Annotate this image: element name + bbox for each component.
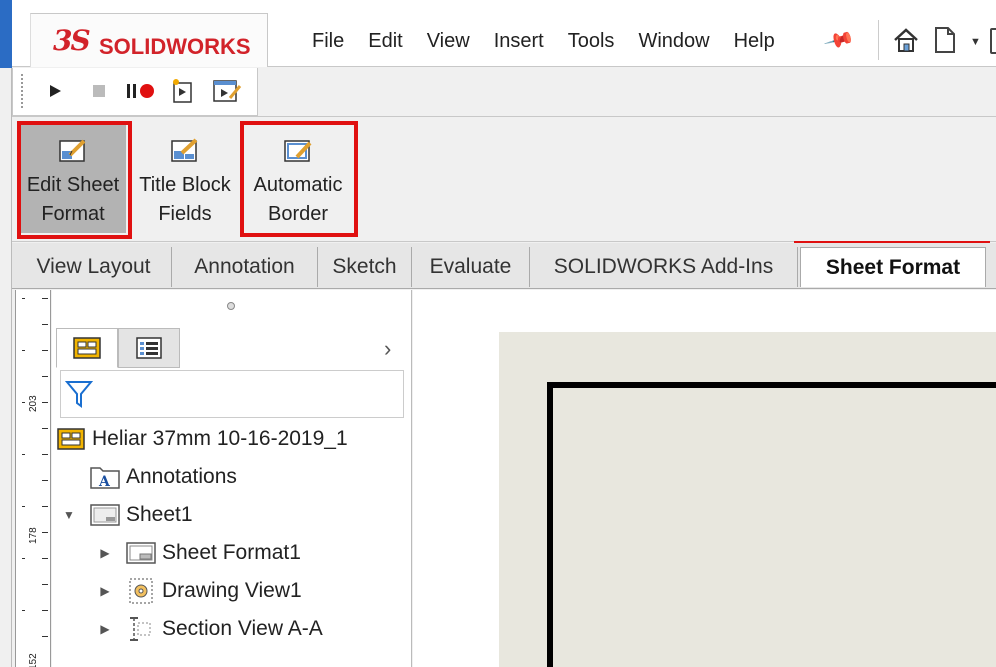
tree-item-label: Drawing View1 (162, 579, 302, 602)
drawing-view-icon (126, 577, 156, 605)
pause-record-icon[interactable] (125, 78, 159, 104)
tab-solidworks-add-ins[interactable]: SOLIDWORKS Add-Ins (530, 247, 798, 287)
menu-view[interactable]: View (415, 30, 482, 52)
edit-macro-icon[interactable] (211, 78, 243, 104)
tab-feature-tree[interactable] (56, 328, 118, 368)
expand-arrow-icon[interactable]: ▶ (98, 584, 112, 598)
property-manager-icon (136, 337, 162, 359)
sheet-border (547, 382, 996, 667)
solidworks-logo[interactable]: 3S SOLIDWORKS (30, 13, 268, 67)
tab-view-layout[interactable]: View Layout (16, 247, 172, 287)
tab-property-manager[interactable] (118, 328, 180, 368)
ruler-label-152: 152 (28, 653, 39, 667)
menu-window[interactable]: Window (626, 30, 721, 52)
toolbar-separator (878, 20, 879, 60)
tab-sheet-format[interactable]: Sheet Format (800, 247, 986, 287)
filter-icon (65, 381, 93, 408)
section-view-icon (126, 615, 156, 643)
tree-item-label: Section View A-A (162, 617, 323, 640)
tree-item-section-view[interactable]: ▶ Section View A-A (98, 612, 323, 646)
new-document-icon[interactable] (934, 26, 956, 54)
macro-toolbar (12, 68, 258, 116)
toolbar-grip[interactable] (21, 74, 23, 108)
tree-item-label: Sheet Format1 (162, 541, 301, 564)
svg-text:A: A (98, 474, 111, 490)
drawing-icon (56, 425, 86, 453)
pin-icon[interactable]: 📌 (822, 23, 856, 57)
tree-item-sheet-format1[interactable]: ▶ Sheet Format1 (98, 536, 301, 570)
sheet-format-icon (126, 539, 156, 567)
annotations-folder-icon: A (90, 463, 120, 491)
tab-evaluate[interactable]: Evaluate (412, 247, 530, 287)
menu-insert[interactable]: Insert (482, 30, 556, 52)
tree-item-label: Annotations (126, 465, 237, 488)
home-icon[interactable] (892, 26, 920, 54)
menu-tools[interactable]: Tools (556, 30, 627, 52)
title-block-fields-icon (171, 138, 198, 162)
main-menu: File Edit View Insert Tools Window Help (300, 30, 787, 52)
expand-arrow-icon[interactable]: ▶ (98, 622, 112, 636)
panel-splitter-handle[interactable] (227, 302, 235, 310)
brand-name: SOLIDWORKS (99, 34, 251, 59)
highlight-automatic-border (240, 121, 358, 237)
tree-item-root[interactable]: Heliar 37mm 10-16-2019_1 (56, 422, 348, 456)
vertical-ruler: 203 178 152 (15, 290, 51, 667)
tree-item-label: Sheet1 (126, 503, 193, 526)
menu-help[interactable]: Help (722, 30, 787, 52)
window-edge (0, 0, 12, 667)
title-block-fields-label-1: Title Block (139, 174, 231, 196)
ds-logo-mark: 3S (53, 24, 91, 57)
dropdown-caret-icon[interactable]: ▼ (970, 36, 981, 48)
tree-item-label: Heliar 37mm 10-16-2019_1 (92, 427, 348, 450)
highlight-edit-sheet-format (17, 121, 132, 239)
graphics-area[interactable] (413, 290, 996, 667)
drawing-sheet[interactable] (499, 332, 996, 667)
tree-item-annotations[interactable]: A Annotations (90, 460, 237, 494)
stop-icon[interactable] (87, 78, 111, 104)
command-manager-tabs: View Layout Annotation Sketch Evaluate S… (12, 243, 996, 289)
menu-edit[interactable]: Edit (356, 30, 414, 52)
ruler-label-203: 203 (28, 395, 39, 412)
ruler-label-178: 178 (28, 527, 39, 544)
play-icon[interactable] (43, 78, 67, 104)
feature-tree-icon (73, 337, 101, 359)
title-block-fields-button[interactable]: Title Block Fields (132, 123, 238, 233)
menu-file[interactable]: File (300, 30, 356, 52)
menu-bar: 3S SOLIDWORKS File Edit View Insert Tool… (12, 0, 996, 67)
tree-filter[interactable] (60, 370, 404, 418)
feature-manager-panel: › Heliar 37mm 10-16-2019_1 A Annotations… (52, 290, 412, 667)
open-icon[interactable] (990, 28, 996, 54)
new-macro-icon[interactable] (171, 78, 195, 104)
command-manager: Edit Sheet Format Title Block Fields Aut… (12, 116, 996, 242)
tree-item-sheet1[interactable]: ▼ Sheet1 (62, 498, 193, 532)
tab-annotation[interactable]: Annotation (172, 247, 318, 287)
tree-item-drawing-view1[interactable]: ▶ Drawing View1 (98, 574, 302, 608)
sheet-icon (90, 501, 120, 529)
expand-arrow-icon[interactable]: ▶ (98, 546, 112, 560)
feature-manager-tabs (56, 328, 180, 368)
tab-sketch[interactable]: Sketch (318, 247, 412, 287)
chevron-right-icon[interactable]: › (384, 336, 391, 362)
title-block-fields-label-2: Fields (158, 203, 212, 225)
collapse-arrow-icon[interactable]: ▼ (62, 508, 76, 522)
